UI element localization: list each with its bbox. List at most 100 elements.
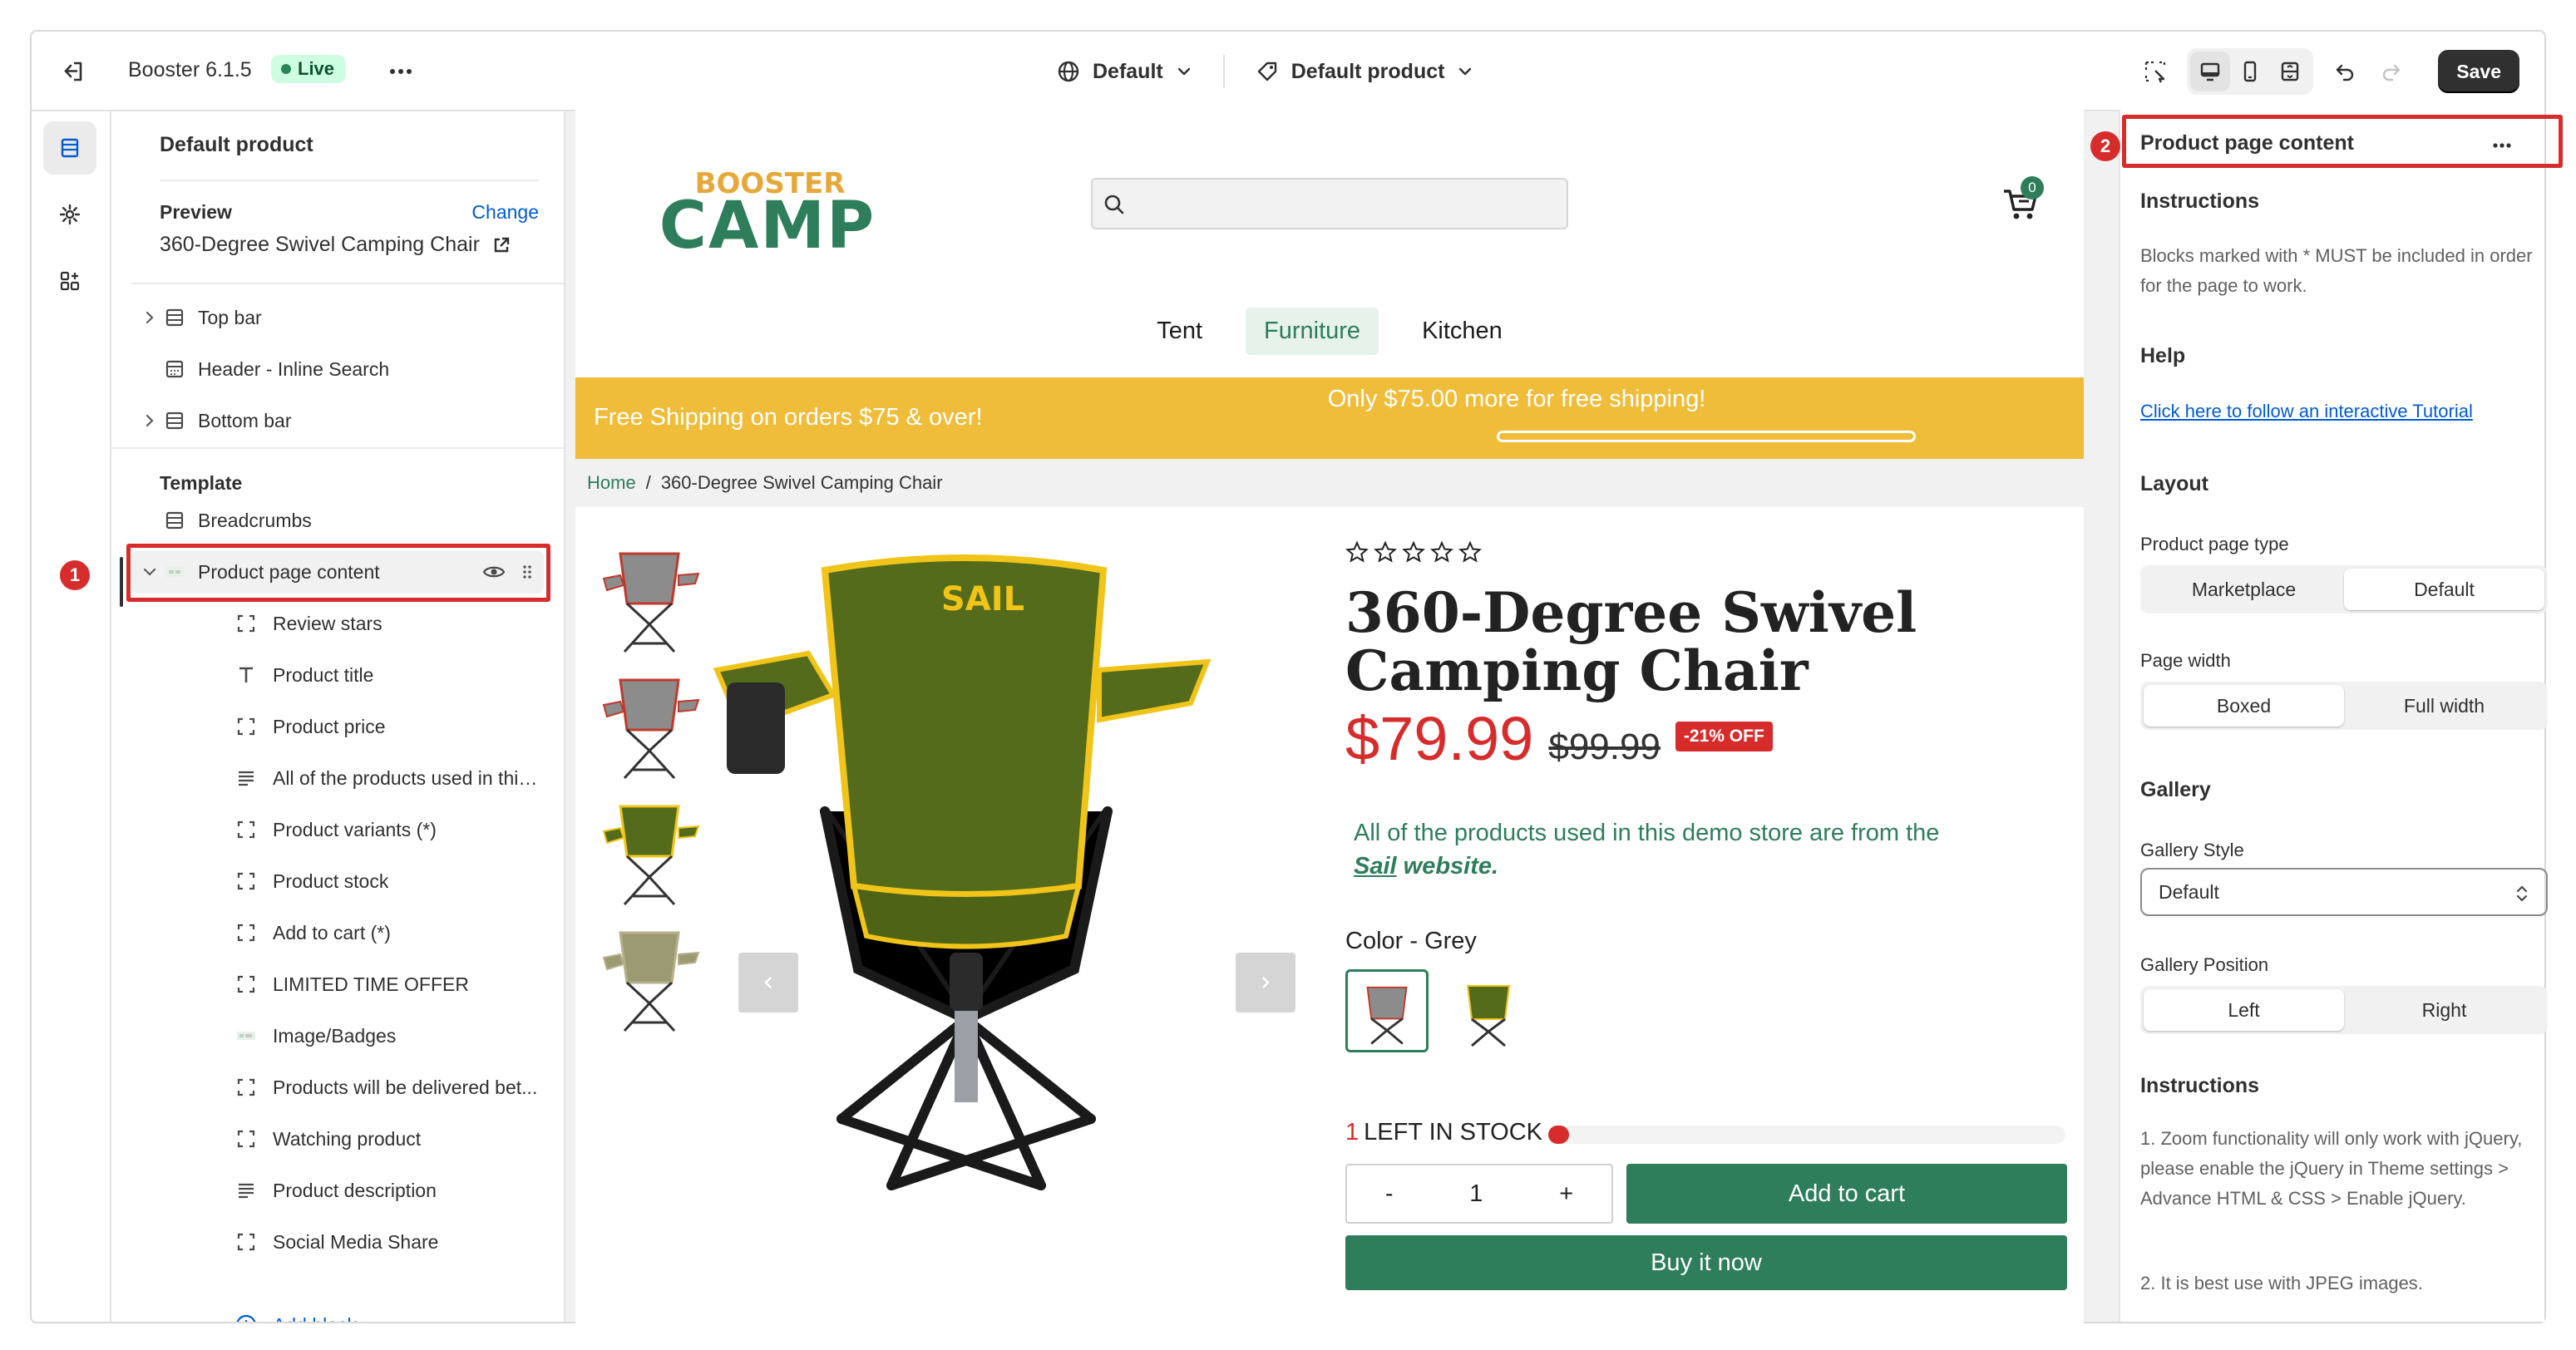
gallery-position-left[interactable]: Left (2144, 989, 2344, 1031)
editor-rail (32, 111, 111, 1322)
gallery-position-right[interactable]: Right (2344, 989, 2544, 1031)
page-width-full[interactable]: Full width (2344, 685, 2544, 727)
change-preview-link[interactable]: Change (471, 201, 539, 224)
page-type-default[interactable]: Default (2344, 569, 2544, 610)
sections-panel: Default product Preview Change 360-Degre… (60, 111, 565, 1323)
desktop-view-icon[interactable] (2190, 52, 2231, 91)
breadcrumb-current: 360-Degree Swivel Camping Chair (660, 472, 943, 493)
block-frame-icon (234, 921, 258, 944)
quantity-decrease-button[interactable]: - (1385, 1180, 1394, 1208)
page-width-boxed[interactable]: Boxed (2144, 685, 2344, 727)
block-item[interactable]: Product title (111, 653, 544, 697)
block-item[interactable]: Add to cart (*) (111, 911, 544, 954)
block-item[interactable]: Product price (111, 705, 544, 748)
live-dot-icon (281, 64, 291, 74)
theme-settings-gear-icon[interactable] (43, 188, 96, 241)
product-title: 360-Degree Swivel Camping Chair (1345, 580, 1917, 703)
live-status-label: Live (298, 58, 335, 79)
store-logo[interactable]: BOOSTER CAMP (655, 163, 880, 259)
store-search-input[interactable] (1091, 178, 1568, 229)
chevron-right-icon[interactable] (141, 309, 158, 326)
sail-link[interactable]: Sail (1354, 853, 1397, 879)
block-frame-icon (234, 818, 258, 841)
section-bottom-bar[interactable]: Bottom bar (111, 399, 544, 442)
block-label: Product variants (*) (273, 818, 437, 840)
star-icon (1402, 540, 1425, 563)
block-item[interactable]: Product description (111, 1169, 544, 1212)
tutorial-link[interactable]: Click here to follow an interactive Tuto… (2140, 401, 2473, 422)
gallery-style-label: Gallery Style (2140, 840, 2244, 860)
section-top-bar[interactable]: Top bar (111, 296, 544, 339)
free-shipping-progress-bar (1497, 431, 1916, 442)
quantity-stepper: - 1 + (1345, 1164, 1613, 1224)
sail-disclaimer: All of the products used in this demo st… (1354, 816, 1952, 883)
block-item[interactable]: Product variants (*) (111, 808, 544, 851)
instructions-heading: Instructions (2140, 190, 2260, 213)
nav-kitchen[interactable]: Kitchen (1404, 308, 1521, 355)
nav-furniture[interactable]: Furniture (1246, 308, 1379, 355)
gallery-thumbnail[interactable] (595, 545, 705, 660)
theme-selector[interactable]: Default (1056, 59, 1193, 84)
block-item[interactable]: All of the products used in this... (111, 756, 544, 800)
block-item[interactable]: Review stars (111, 602, 544, 645)
gallery-prev-button[interactable] (738, 953, 798, 1012)
block-item[interactable]: Watching product (111, 1117, 544, 1160)
star-icon (1430, 540, 1453, 563)
review-stars[interactable] (1345, 540, 1482, 564)
divider (160, 180, 539, 181)
block-item[interactable]: Image/Badges (111, 1014, 544, 1057)
breadcrumb-home[interactable]: Home (587, 472, 636, 494)
block-item[interactable]: Social Media Share (111, 1220, 544, 1264)
gallery-thumbnail[interactable] (595, 924, 705, 1039)
divider (1222, 55, 1225, 88)
quantity-value[interactable]: 1 (1469, 1180, 1483, 1208)
chevron-right-icon[interactable] (141, 412, 158, 429)
divider (111, 447, 564, 449)
tag-icon (1257, 62, 1276, 81)
block-item[interactable]: Product stock (111, 860, 544, 903)
section-icon (163, 409, 186, 432)
select-chevrons-icon (2516, 885, 2528, 902)
page-type-marketplace[interactable]: Marketplace (2144, 569, 2344, 610)
sale-price: $79.99 (1345, 704, 1534, 773)
promo-bar: Free Shipping on orders $75 & over! Only… (575, 377, 2084, 459)
more-actions-icon[interactable] (384, 57, 417, 86)
block-label: Product title (273, 663, 374, 686)
sections-icon[interactable] (43, 121, 96, 175)
gallery-thumbnail[interactable] (595, 798, 705, 913)
preview-product-name: 360-Degree Swivel Camping Chair (160, 233, 480, 256)
add-block-label: Add block (273, 1314, 357, 1323)
gallery-thumbnail[interactable] (595, 672, 705, 786)
fullscreen-view-icon[interactable] (2270, 52, 2310, 91)
redo-icon[interactable] (2371, 52, 2411, 91)
free-shipping-progress-text: Only $75.00 more for free shipping! (1327, 386, 1706, 412)
product-main-image[interactable]: SAIL (708, 537, 1224, 1219)
stock-count: 1 (1345, 1119, 1360, 1146)
undo-icon[interactable] (2325, 52, 2365, 91)
add-block-button[interactable]: Add block (111, 1303, 544, 1323)
gallery-next-button[interactable] (1236, 953, 1295, 1012)
swatch-green[interactable] (1447, 969, 1530, 1052)
template-selector[interactable]: Default product (1255, 59, 1475, 84)
section-label: Header - Inline Search (198, 357, 390, 380)
quantity-increase-button[interactable]: + (1559, 1180, 1573, 1208)
block-item[interactable]: LIMITED TIME OFFER (111, 963, 544, 1006)
section-breadcrumbs[interactable]: Breadcrumbs (111, 499, 544, 542)
external-link-icon[interactable] (491, 235, 511, 255)
exit-icon[interactable] (57, 55, 90, 88)
nav-tent[interactable]: Tent (1138, 308, 1221, 355)
save-button[interactable]: Save (2438, 50, 2519, 93)
block-label: Products will be delivered bet... (273, 1076, 538, 1098)
image-block-icon (234, 1024, 258, 1047)
add-to-cart-button[interactable]: Add to cart (1626, 1164, 2067, 1224)
app-embeds-icon[interactable] (43, 254, 96, 308)
sail-text-pre: All of the products used in this demo st… (1354, 820, 1940, 846)
block-item[interactable]: Products will be delivered bet... (111, 1066, 544, 1109)
inspector-icon[interactable] (2135, 52, 2175, 91)
annotation-highlight-box (126, 544, 550, 602)
mobile-view-icon[interactable] (2230, 52, 2270, 91)
gallery-style-select[interactable]: Default (2140, 868, 2548, 916)
buy-it-now-button[interactable]: Buy it now (1345, 1235, 2067, 1290)
section-header-inline-search[interactable]: Header - Inline Search (111, 347, 544, 391)
swatch-grey[interactable] (1345, 969, 1429, 1052)
